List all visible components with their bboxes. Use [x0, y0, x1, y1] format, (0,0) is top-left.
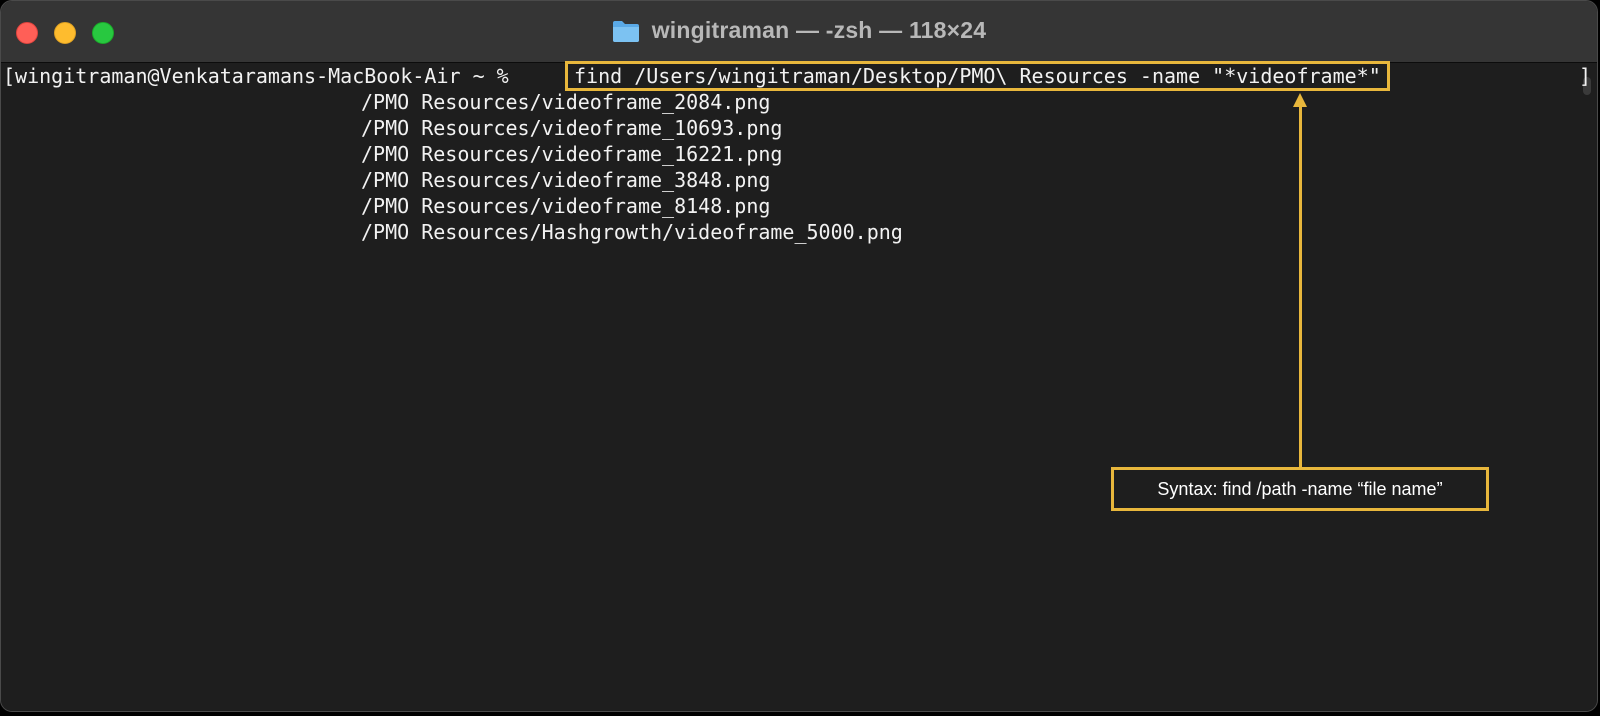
shell-prompt: [wingitraman@Venkataramans-MacBook-Air ~… [3, 64, 521, 88]
output-line: /PMO Resources/videoframe_3848.png [361, 168, 771, 192]
highlighted-command: find /Users/wingitraman/Desktop/PMO\ Res… [565, 61, 1390, 91]
output-line: /PMO Resources/videoframe_2084.png [361, 90, 771, 114]
title-group: wingitraman — -zsh — 118×24 [1, 17, 1597, 44]
output-line: /PMO Resources/videoframe_16221.png [361, 142, 783, 166]
terminal-window: wingitraman — -zsh — 118×24 [wingitraman… [0, 0, 1598, 712]
annotation-arrow-line [1299, 107, 1302, 467]
title-bar[interactable]: wingitraman — -zsh — 118×24 [1, 1, 1597, 63]
annotation-arrow-head [1293, 93, 1307, 107]
output-line: /PMO Resources/videoframe_8148.png [361, 194, 771, 218]
window-title: wingitraman — -zsh — 118×24 [651, 17, 987, 43]
terminal-content[interactable]: [wingitraman@Venkataramans-MacBook-Air ~… [1, 61, 1597, 711]
folder-icon [612, 20, 639, 42]
syntax-annotation: Syntax: find /path -name “file name” [1111, 467, 1489, 511]
output-line: /PMO Resources/Hashgrowth/videoframe_500… [361, 220, 903, 244]
line-end-bracket: ] [1578, 64, 1591, 88]
output-line: /PMO Resources/videoframe_10693.png [361, 116, 783, 140]
